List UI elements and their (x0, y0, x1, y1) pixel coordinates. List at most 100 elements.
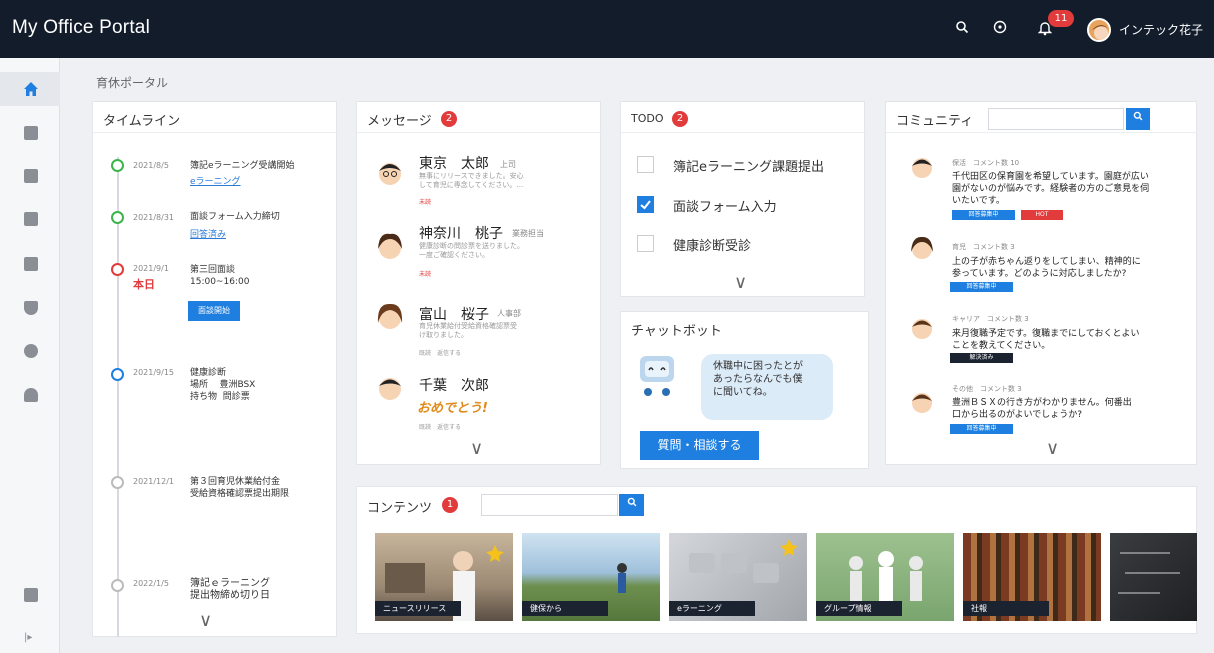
message-sender[interactable]: 富山 桜子 (419, 304, 489, 324)
search-icon (1133, 111, 1143, 121)
chevron-down-icon[interactable]: ∨ (470, 438, 483, 459)
timeline-dot (111, 368, 124, 381)
user-avatar[interactable] (1087, 18, 1111, 42)
community-search-button[interactable] (1126, 108, 1150, 130)
chevron-down-icon[interactable]: ∨ (199, 610, 212, 631)
robot-icon (637, 352, 677, 400)
timeline-date: 2021/9/1 (133, 264, 169, 273)
book-icon[interactable] (24, 588, 38, 602)
timeline-card: タイムライン 2021/8/5 簿記eラーニング受講開始 eラーニング 2021… (92, 101, 338, 637)
search-icon (627, 497, 636, 507)
message-sender[interactable]: 東京 太郎 (419, 153, 489, 173)
content-tile-news[interactable]: ニュースリリース (375, 533, 513, 621)
contents-title: コンテンツ (367, 501, 433, 516)
community-meta: キャリア コメント数 3 (952, 315, 1029, 323)
community-search-input[interactable] (988, 108, 1124, 130)
status-tag: 回答募集中 (950, 424, 1013, 434)
status-tag: 回答募集中 (950, 282, 1013, 292)
timeline-date: 2021/8/31 (133, 213, 175, 222)
tile-label: 健保から (522, 601, 608, 616)
avatar (908, 153, 936, 181)
unread-tag: 未読 (419, 199, 432, 206)
messages-card: メッセージ 2 東京 太郎 上司 無事にリリースできました。安心 して育児に専念… (356, 101, 602, 465)
message-footer[interactable]: 既読 返信する (419, 348, 461, 357)
home-icon (24, 82, 38, 96)
today-label: 本日 (133, 278, 155, 291)
bell-sidebar-icon[interactable] (24, 388, 38, 402)
breadcrumb: 育休ポータル (96, 76, 169, 90)
todo-badge: 2 (672, 111, 688, 127)
clock-icon[interactable] (24, 344, 38, 358)
message-sender[interactable]: 千葉 次郎 (419, 375, 489, 395)
timeline-title: タイムライン (103, 114, 181, 129)
user-name[interactable]: インテック花子 (1119, 21, 1203, 38)
timeline-date: 2021/12/1 (133, 477, 175, 486)
chevron-down-icon[interactable]: ∨ (734, 272, 747, 293)
contents-badge: 1 (442, 497, 458, 513)
contents-search-button[interactable] (619, 494, 644, 516)
timeline-link[interactable]: 回答済み (190, 227, 226, 240)
chat-bubble-text: 休職中に困ったとが あったらなんでも僕 に聞いてね。 (713, 361, 803, 398)
community-post[interactable]: 豊洲ＢＳＸの行き方がわかりません。何番出 口から出るのがよいでしょうか? (952, 397, 1132, 421)
timeline-text: 簿記ｅラーニング 提出物締め切り日 (190, 578, 270, 601)
community-post[interactable]: 上の子が赤ちゃん返りをしてしまい、精神的に 参っています。どのように対応しました… (952, 256, 1141, 280)
timeline-text: 簿記eラーニング受講開始 (190, 161, 295, 171)
tile-label: ニュースリリース (375, 601, 461, 616)
timeline-dot (111, 476, 124, 489)
sidebar: |▸ (0, 58, 60, 653)
search-icon[interactable] (953, 20, 971, 38)
timeline-text: 面談フォーム入力締切 (190, 212, 280, 222)
app-title[interactable]: My Office Portal (12, 17, 150, 39)
content-tile-chalkboard[interactable] (1110, 533, 1197, 621)
timeline-date: 2021/9/15 (133, 368, 175, 377)
timeline-text: 第３回育児休業給付金 受給資格確認票提出期限 (190, 477, 290, 499)
avatar (908, 234, 936, 262)
start-interview-button[interactable]: 面談開始 (188, 301, 240, 321)
top-header: My Office Portal 11 インテック花子 (0, 0, 1214, 58)
sidebar-item-home[interactable] (0, 72, 60, 106)
chevron-down-icon[interactable]: ∨ (1046, 438, 1059, 459)
notification-badge: 11 (1048, 10, 1074, 27)
community-card: コミュニティ 保活 コメント数 10 千代田区の保育園を希望しています。園庭が広… (885, 101, 1198, 465)
ask-question-button[interactable]: 質問・相談する (640, 431, 759, 460)
checkbox-icon[interactable] (24, 257, 38, 271)
congrats-sticker: おめでとう! (417, 401, 488, 416)
message-footer[interactable]: 既読 返信する (419, 422, 461, 431)
message-sender[interactable]: 神奈川 桃子 (419, 223, 503, 243)
messages-badge: 2 (441, 111, 457, 127)
todo-checkbox[interactable] (637, 196, 654, 213)
content-tile-health[interactable]: 健保から (522, 533, 660, 621)
todo-checkbox[interactable] (637, 235, 654, 252)
timeline-date: 2021/8/5 (133, 161, 169, 170)
timeline-dot (111, 211, 124, 224)
chatbot-card: チャットボット 休職中に困ったとが あったらなんでも僕 に聞いてね。 質問・相談… (620, 311, 869, 469)
avatar (373, 299, 407, 333)
tile-label: グループ情報 (816, 601, 902, 616)
todo-label: 面談フォーム入力 (673, 200, 777, 215)
document-icon[interactable] (24, 126, 38, 140)
message-body: 育児休業給付受給資格確認票受 け取りました。 (419, 322, 517, 339)
content-tile-group[interactable]: グループ情報 (816, 533, 954, 621)
community-meta: 育児 コメント数 3 (952, 243, 1015, 251)
community-post[interactable]: 千代田区の保育園を希望しています。園庭が広い 園がないのが悩みです。経験者の方の… (952, 171, 1149, 207)
avatar (908, 314, 936, 342)
avatar (373, 370, 407, 404)
hot-tag: HOT (1021, 210, 1063, 220)
expand-sidebar-icon[interactable]: |▸ (24, 632, 32, 643)
message-role: 上司 (500, 160, 516, 169)
shield-icon[interactable] (24, 301, 38, 315)
content-tile-elearning[interactable]: eラーニング (669, 533, 807, 621)
help-icon[interactable] (991, 20, 1009, 38)
timeline-link[interactable]: eラーニング (190, 174, 241, 187)
timeline-line (117, 157, 119, 637)
avatar (373, 155, 407, 189)
id-card-icon[interactable] (24, 169, 38, 183)
avatar (908, 388, 936, 416)
message-body: 健康診断の問診票を送りました。 一度ご確認ください。 (419, 242, 524, 259)
contents-search-input[interactable] (481, 494, 618, 516)
todo-checkbox[interactable] (637, 156, 654, 173)
form-icon[interactable] (24, 212, 38, 226)
community-post[interactable]: 来月復職予定です。復職までにしておくとよい ことを教えてください。 (952, 328, 1140, 352)
content-tile-bulletin[interactable]: 社報 (963, 533, 1101, 621)
timeline-text: 第三回面談 15:00~16:00 (190, 265, 250, 287)
